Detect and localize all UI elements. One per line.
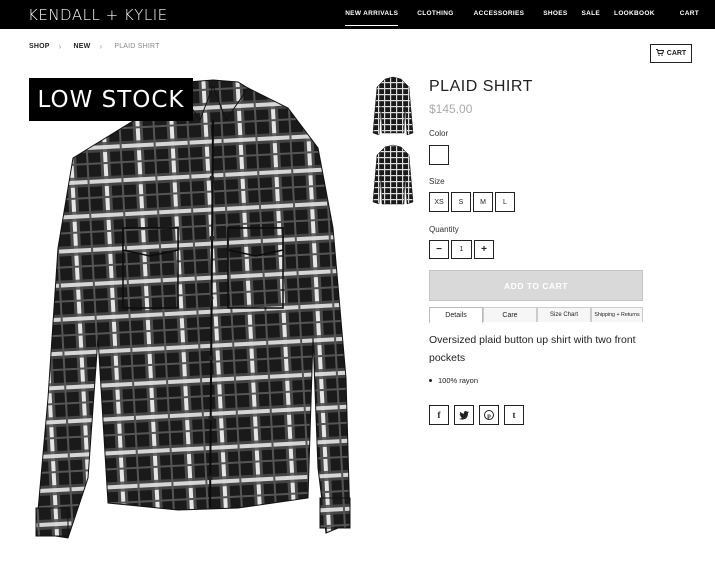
chevron-right-icon: › bbox=[99, 42, 103, 51]
nav-clothing[interactable]: CLOTHING bbox=[417, 10, 453, 26]
breadcrumb-current: PLAID SHIRT bbox=[114, 43, 160, 50]
quantity-label: Quantity bbox=[429, 225, 459, 234]
product-thumbnail-back[interactable] bbox=[371, 144, 415, 208]
tab-details[interactable]: Details bbox=[429, 307, 483, 323]
breadcrumb-new[interactable]: NEW bbox=[74, 43, 91, 50]
size-option-l[interactable]: L bbox=[495, 192, 515, 212]
twitter-icon[interactable] bbox=[454, 405, 474, 425]
color-swatch[interactable] bbox=[429, 145, 449, 165]
top-nav-bar: KENDALL + KYLIE NEW ARRIVALS CLOTHING AC… bbox=[0, 0, 715, 29]
product-tabs: Details Care Size Chart Shipping + Retur… bbox=[429, 307, 643, 323]
bullet-icon bbox=[429, 379, 432, 382]
nav-new-arrivals[interactable]: NEW ARRIVALS bbox=[345, 10, 399, 26]
size-label: Size bbox=[429, 177, 445, 186]
product-title: PLAID SHIRT bbox=[429, 78, 533, 95]
cart-button-label: CART bbox=[666, 50, 687, 57]
add-to-cart-button[interactable]: ADD TO CART bbox=[429, 270, 643, 301]
minus-icon[interactable]: − bbox=[429, 240, 449, 259]
size-option-m[interactable]: M bbox=[473, 192, 493, 212]
tumblr-icon[interactable]: t bbox=[504, 405, 524, 425]
color-label: Color bbox=[429, 129, 449, 138]
tab-shipping-returns[interactable]: Shipping + Returns bbox=[591, 307, 643, 322]
facebook-icon[interactable]: f bbox=[429, 405, 449, 425]
product-price: $145.00 bbox=[429, 102, 473, 116]
quantity-input[interactable]: 1 bbox=[451, 240, 472, 259]
tab-care[interactable]: Care bbox=[483, 307, 537, 322]
cart-icon bbox=[655, 49, 665, 58]
brand-logo[interactable]: KENDALL + KYLIE bbox=[28, 6, 168, 24]
size-options: XS S M L bbox=[429, 192, 515, 212]
breadcrumb: SHOP › NEW › PLAID SHIRT bbox=[29, 42, 160, 51]
nav-lookbook[interactable]: LOOKBOOK bbox=[614, 10, 655, 26]
svg-text:p: p bbox=[487, 412, 491, 419]
size-option-xs[interactable]: XS bbox=[429, 192, 449, 212]
nav-accessories[interactable]: ACCESSORIES bbox=[474, 10, 525, 26]
detail-text: 100% rayon bbox=[438, 376, 479, 385]
low-stock-badge: LOW STOCK bbox=[29, 78, 193, 121]
main-nav: NEW ARRIVALS CLOTHING ACCESSORIES SHOES … bbox=[345, 10, 699, 26]
nav-shoes[interactable]: SHOES bbox=[543, 10, 567, 26]
nav-cart[interactable]: CART bbox=[680, 10, 699, 26]
breadcrumb-shop[interactable]: SHOP bbox=[29, 43, 50, 50]
tab-size-chart[interactable]: Size Chart bbox=[537, 307, 591, 322]
pinterest-icon[interactable]: p bbox=[479, 405, 499, 425]
social-share: f p t bbox=[429, 405, 524, 425]
size-option-s[interactable]: S bbox=[451, 192, 471, 212]
nav-sale[interactable]: SALE bbox=[582, 10, 601, 26]
product-main-image[interactable] bbox=[28, 78, 363, 574]
cart-button[interactable]: CART bbox=[650, 44, 692, 63]
product-description: Oversized plaid button up shirt with two… bbox=[429, 334, 636, 364]
plus-icon[interactable]: + bbox=[474, 240, 494, 259]
quantity-stepper: − 1 + bbox=[429, 240, 494, 259]
detail-list-item: 100% rayon bbox=[429, 376, 478, 385]
product-thumbnail-front[interactable] bbox=[371, 75, 415, 139]
chevron-right-icon: › bbox=[58, 42, 62, 51]
